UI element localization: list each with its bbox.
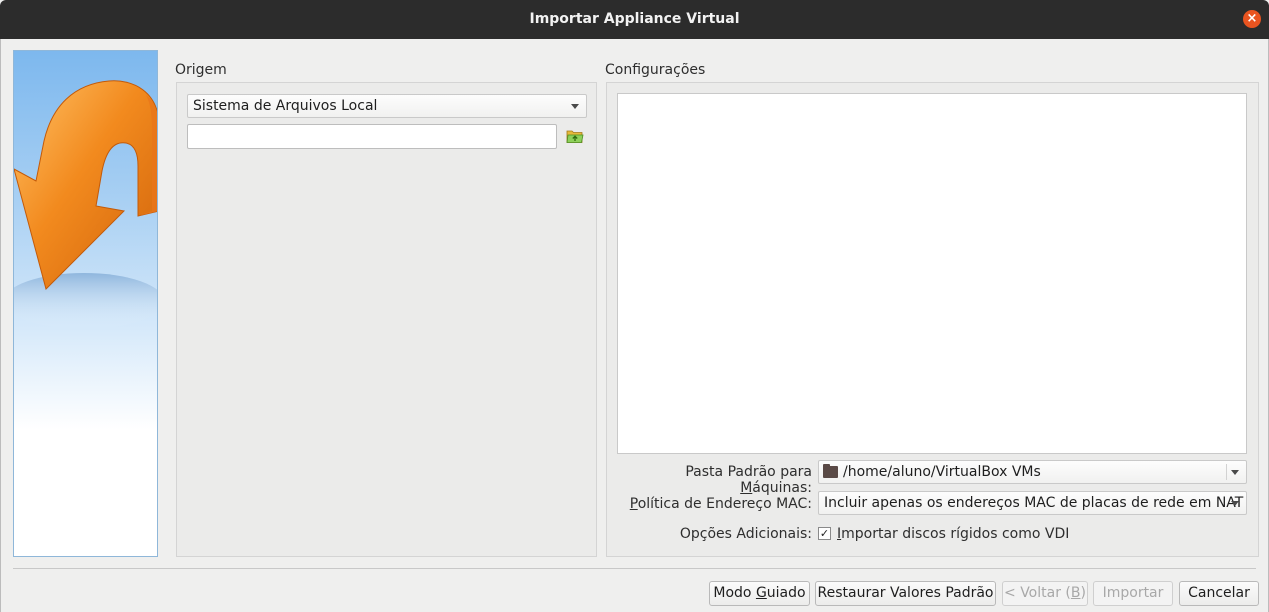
source-type-combobox[interactable]: Sistema de Arquivos Local: [187, 94, 587, 118]
mac-policy-value: Incluir apenas os endereços MAC de placa…: [824, 495, 1244, 511]
open-file-icon[interactable]: [566, 128, 584, 144]
close-icon[interactable]: ×: [1243, 10, 1261, 28]
machine-folder-label: Pasta Padrão para Máquinas:: [685, 464, 812, 496]
wizard-watermark-image: [13, 50, 158, 557]
mac-policy-label: Política de Endereço MAC:: [629, 496, 812, 512]
restore-defaults-button[interactable]: Restaurar Valores Padrão: [815, 581, 996, 606]
window-titlebar: Importar Appliance Virtual ×: [0, 0, 1269, 39]
button-bar-separator: [13, 568, 1256, 569]
source-type-value: Sistema de Arquivos Local: [193, 98, 378, 114]
settings-group-title: Configurações: [605, 62, 706, 78]
window-border-left: [0, 39, 1, 612]
chevron-down-icon: [571, 104, 579, 109]
guided-mode-button[interactable]: Modo Guiado: [709, 581, 810, 606]
appliance-settings-tree[interactable]: [617, 93, 1247, 454]
import-vdi-checkbox[interactable]: ✓: [818, 527, 831, 540]
chevron-down-icon: [1231, 501, 1239, 506]
import-vdi-checkbox-label[interactable]: Importar discos rígidos como VDI: [837, 526, 1069, 542]
source-group-title: Origem: [175, 62, 227, 78]
source-panel: [176, 82, 597, 557]
machine-folder-value: /home/aluno/VirtualBox VMs: [843, 464, 1041, 480]
mac-policy-combobox[interactable]: Incluir apenas os endereços MAC de placa…: [818, 491, 1247, 515]
chevron-down-icon: [1231, 470, 1239, 475]
additional-options-label: Opções Adicionais:: [679, 526, 812, 542]
import-button[interactable]: Importar: [1093, 581, 1173, 606]
folder-icon: [823, 464, 838, 478]
back-button[interactable]: < Voltar (B): [1002, 581, 1088, 606]
file-path-input[interactable]: [187, 124, 557, 149]
cancel-button[interactable]: Cancelar: [1179, 581, 1259, 606]
combo-separator: [1226, 464, 1227, 480]
window-title: Importar Appliance Virtual: [529, 11, 740, 27]
machine-folder-combobox[interactable]: /home/aluno/VirtualBox VMs: [818, 460, 1247, 484]
import-arrow-icon: [14, 80, 157, 329]
